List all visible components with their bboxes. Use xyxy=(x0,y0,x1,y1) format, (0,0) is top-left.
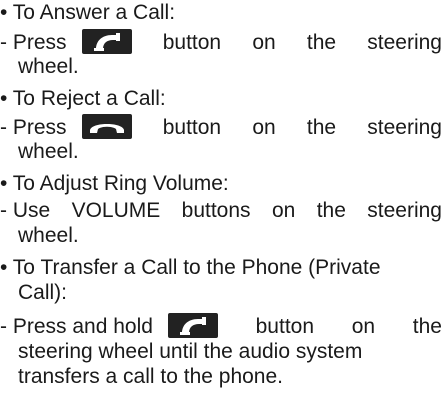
phone-reject-icon xyxy=(81,114,132,139)
step-transfer-line2: steering wheel until the audio system xyxy=(0,340,446,364)
step-transfer-line1: - Press and hold button on the xyxy=(0,313,442,339)
step-reject-prefix: - Press xyxy=(0,115,67,139)
step-reject-prefix-group: - Press xyxy=(0,114,132,140)
step-answer-prefix: - Press xyxy=(0,30,67,54)
step-transfer-word-on: on xyxy=(351,314,376,338)
step-transfer-prefix-group: - Press and hold xyxy=(0,313,218,339)
step-volume-word: steering xyxy=(367,199,442,222)
heading-answer-call-text: • To Answer a Call: xyxy=(0,1,176,24)
step-reject-word-button: button xyxy=(162,115,222,139)
manual-page: • To Answer a Call: - Press button on th… xyxy=(0,0,446,393)
heading-reject-call-text: • To Reject a Call: xyxy=(0,87,166,110)
step-volume-word: VOLUME xyxy=(71,199,161,222)
step-volume-word: - Use xyxy=(0,199,51,222)
step-transfer-word-button: button xyxy=(255,314,315,338)
step-transfer-word-the: the xyxy=(412,314,442,338)
step-reject-word-the: the xyxy=(306,115,337,139)
heading-transfer-call-line1: • To Transfer a Call to the Phone (Priva… xyxy=(0,256,381,279)
step-answer-prefix-group: - Press xyxy=(0,29,132,55)
heading-reject-call: • To Reject a Call: xyxy=(0,87,446,111)
step-answer-word-the: the xyxy=(306,30,337,54)
step-answer-call-line1: - Press button on the steering xyxy=(0,29,442,55)
phone-answer-icon xyxy=(81,29,132,54)
step-reject-end: wheel. xyxy=(18,140,79,163)
step-answer-call-line2: wheel. xyxy=(0,55,446,79)
step-reject-call-line2: wheel. xyxy=(0,140,446,164)
heading-transfer-call-line2: Call): xyxy=(18,281,68,304)
step-answer-end: wheel. xyxy=(18,55,79,78)
step-volume-line1: - Use VOLUME buttons on the steering xyxy=(0,199,442,223)
heading-transfer-call-line2-row: Call): xyxy=(0,281,446,305)
step-transfer-prefix: - Press and hold xyxy=(0,314,153,338)
step-volume-end: wheel. xyxy=(18,224,79,247)
step-transfer-line2-text: steering wheel until the audio system xyxy=(18,340,363,363)
phone-answer-icon xyxy=(167,313,218,338)
heading-adjust-volume: • To Adjust Ring Volume: xyxy=(0,172,446,196)
step-reject-word-steering: steering xyxy=(367,115,442,139)
step-volume-word: the xyxy=(316,199,346,222)
step-answer-word-steering: steering xyxy=(367,30,442,54)
step-transfer-line3-text: transfers a call to the phone. xyxy=(18,365,283,388)
heading-answer-call: • To Answer a Call: xyxy=(0,1,446,25)
step-reject-call-line1: - Press button on the steering xyxy=(0,114,442,140)
step-volume-word: on xyxy=(271,199,296,222)
step-transfer-line3: transfers a call to the phone. xyxy=(0,365,446,389)
step-volume-word: buttons xyxy=(181,199,251,222)
step-answer-word-button: button xyxy=(162,30,222,54)
step-volume-line2: wheel. xyxy=(0,224,446,248)
step-answer-word-on: on xyxy=(252,30,276,54)
heading-transfer-call: • To Transfer a Call to the Phone (Priva… xyxy=(0,256,446,280)
heading-adjust-volume-text: • To Adjust Ring Volume: xyxy=(0,172,229,195)
step-reject-word-on: on xyxy=(252,115,276,139)
